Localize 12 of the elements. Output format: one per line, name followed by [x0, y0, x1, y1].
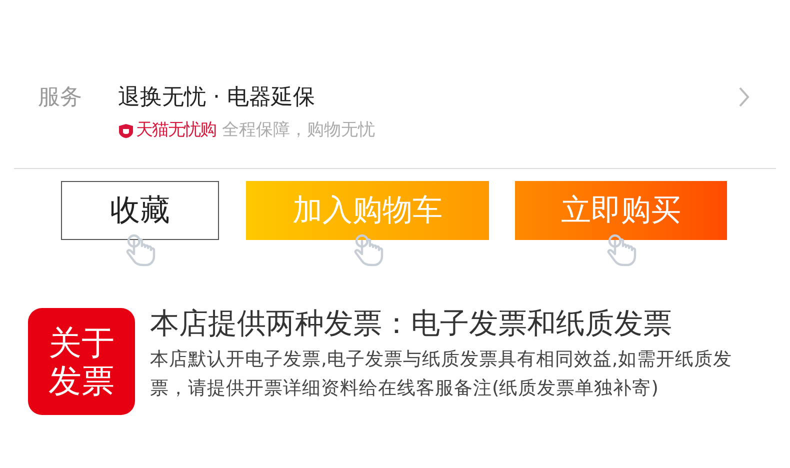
add-to-cart-button[interactable]: 加入购物车 [246, 181, 489, 240]
shield-icon [118, 122, 134, 139]
invoice-badge: 关于发票 [28, 308, 135, 415]
service-value: 退换无忧 · 电器延保 [118, 84, 316, 112]
favorite-button[interactable]: 收藏 [61, 181, 219, 240]
invoice-description: 本店默认开电子发票,电子发票与纸质发票具有相同效益,如需开纸质发票，请提供开票详细资料给在线客服备注(纸质发票单独补寄) [150, 348, 733, 401]
brand-label: 天猫无忧购 [136, 119, 216, 142]
buy-now-button[interactable]: 立即购买 [515, 181, 727, 240]
guarantee-note: 全程保障，购物无忧 [222, 119, 375, 142]
chevron-right-icon[interactable] [738, 86, 750, 108]
service-label: 服务 [38, 84, 82, 112]
invoice-title: 本店提供两种发票：电子发票和纸质发票 [150, 305, 673, 342]
